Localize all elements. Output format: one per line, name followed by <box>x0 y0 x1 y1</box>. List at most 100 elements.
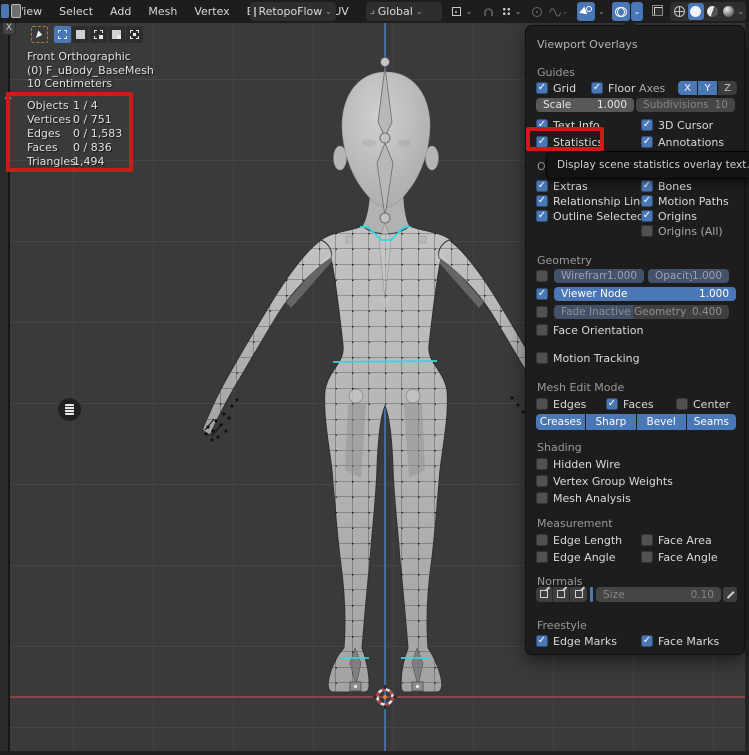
checkbox-face-marks[interactable]: Face Marks <box>641 634 719 648</box>
checkbox-icon[interactable] <box>641 180 653 192</box>
chevron-down-icon[interactable]: ⌄ <box>596 2 607 21</box>
checkbox-fade-inactive[interactable] <box>536 305 548 319</box>
shading-material-icon[interactable] <box>705 3 720 20</box>
face-normals-icon[interactable] <box>570 587 587 602</box>
menu-mesh[interactable]: Mesh <box>148 5 177 18</box>
checkbox-3d-cursor[interactable]: 3D Cursor <box>641 118 713 132</box>
opacity-slider[interactable]: Opacity1.000 <box>648 269 729 283</box>
overlays-popover-chevron-icon[interactable]: ⌄ <box>631 2 643 21</box>
retopoflow-menu[interactable]: RetopoFlow ⌄ <box>250 2 336 21</box>
snap-magnet-icon[interactable] <box>479 2 497 21</box>
checkbox-icon[interactable] <box>536 119 548 131</box>
sharp-button[interactable]: Sharp <box>586 414 635 430</box>
normals-size-slider[interactable]: Size0.10 <box>596 587 721 602</box>
checkbox-icon[interactable] <box>641 136 653 148</box>
axis-y-button[interactable]: Y <box>698 81 717 95</box>
checkbox-origins[interactable]: Origins <box>641 209 697 223</box>
show-overlays-icon[interactable] <box>612 2 630 21</box>
checkbox-icon[interactable] <box>536 288 548 300</box>
constant-screen-size-button[interactable] <box>723 587 737 602</box>
checkbox-extras[interactable]: Extras <box>536 179 588 193</box>
checkbox-icon[interactable] <box>536 534 548 546</box>
checkbox-icon[interactable] <box>676 398 688 410</box>
checkbox-wireframe[interactable] <box>536 269 548 283</box>
checkbox-icon[interactable] <box>536 195 548 207</box>
grid-subdivisions-slider[interactable]: Subdivisions10 <box>636 98 735 112</box>
checkbox-icon[interactable] <box>536 492 548 504</box>
checkbox-icon[interactable] <box>641 534 653 546</box>
checkbox-outline-selected[interactable]: Outline Selected <box>536 209 644 223</box>
shading-solid-icon[interactable] <box>688 3 703 20</box>
checkbox-icon[interactable] <box>536 306 548 318</box>
editor-type-icon[interactable] <box>1 4 9 18</box>
seams-button[interactable]: Seams <box>687 414 736 430</box>
select-extend-button[interactable] <box>72 26 89 43</box>
sidebar-toggle-arrows[interactable]: ‹› <box>4 93 12 104</box>
checkbox-face-orientation[interactable]: Face Orientation <box>536 323 643 337</box>
creases-button[interactable]: Creases <box>536 414 585 430</box>
checkbox-annotations[interactable]: Annotations <box>641 135 724 149</box>
axis-z-button[interactable]: Z <box>718 81 737 95</box>
checkbox-icon[interactable] <box>641 225 653 237</box>
checkbox-icon[interactable] <box>536 136 548 148</box>
chevron-down-icon[interactable]: ⌄ <box>464 2 474 21</box>
checkbox-edge-marks[interactable]: Edge Marks <box>536 634 617 648</box>
checkbox-icon[interactable] <box>536 324 548 336</box>
show-gizmo-icon[interactable] <box>577 2 595 21</box>
menu-add[interactable]: Add <box>110 5 131 18</box>
shading-rendered-icon[interactable] <box>721 3 736 20</box>
axis-x-button[interactable]: X <box>678 81 697 95</box>
checkbox-icon[interactable] <box>606 398 618 410</box>
checkbox-icon[interactable] <box>641 551 653 563</box>
shading-wireframe-icon[interactable] <box>672 3 687 20</box>
checkbox-icon[interactable] <box>536 82 548 94</box>
bevel-button[interactable]: Bevel <box>637 414 686 430</box>
checkbox-mesh-analysis[interactable]: Mesh Analysis <box>536 491 631 505</box>
checkbox-edge-angle[interactable]: Edge Angle <box>536 550 615 564</box>
checkbox-faces[interactable]: Faces <box>606 397 654 411</box>
vertex-normals-icon[interactable] <box>536 587 553 602</box>
viewport-widget-icon[interactable] <box>58 398 81 421</box>
checkbox-motion-paths[interactable]: Motion Paths <box>641 194 729 208</box>
menu-select[interactable]: Select <box>59 5 93 18</box>
checkbox-viewer-node[interactable] <box>536 287 548 301</box>
checkbox-center[interactable]: Center <box>676 397 730 411</box>
select-subtract-button[interactable] <box>90 26 107 43</box>
checkbox-icon[interactable] <box>641 210 653 222</box>
checkbox-face-area[interactable]: Face Area <box>641 533 712 547</box>
checkbox-icon[interactable] <box>536 180 548 192</box>
menu-vertex[interactable]: Vertex <box>194 5 229 18</box>
checkbox-vertex-group-weights[interactable]: Vertex Group Weights <box>536 474 673 488</box>
checkbox-origins-all[interactable]: Origins (All) <box>641 224 723 238</box>
checkbox-hidden-wire[interactable]: Hidden Wire <box>536 457 620 471</box>
checkbox-icon[interactable] <box>536 475 548 487</box>
checkbox-floor[interactable]: Floor <box>591 81 635 95</box>
grid-scale-slider[interactable]: Scale1.000 <box>536 98 634 112</box>
checkbox-icon[interactable] <box>536 551 548 563</box>
pivot-point-icon[interactable] <box>447 2 465 21</box>
transform-orientation-dropdown[interactable]: ⟓ Global ⌄ <box>366 2 442 21</box>
tweak-tool-button[interactable] <box>31 26 48 43</box>
split-normals-icon[interactable] <box>553 587 570 602</box>
checkbox-face-angle[interactable]: Face Angle <box>641 550 718 564</box>
checkbox-grid[interactable]: Grid <box>536 81 576 95</box>
checkbox-edges[interactable]: Edges <box>536 397 586 411</box>
checkbox-icon[interactable] <box>536 635 548 647</box>
checkbox-bones[interactable]: Bones <box>641 179 692 193</box>
select-set-button[interactable] <box>54 26 71 43</box>
checkbox-statistics[interactable]: Statistics <box>536 135 603 149</box>
checkbox-icon[interactable] <box>536 270 548 282</box>
checkbox-icon[interactable] <box>536 210 548 222</box>
checkbox-relationship-lines[interactable]: Relationship Lines <box>536 194 653 208</box>
proportional-editing-icon[interactable] <box>528 2 546 21</box>
checkbox-icon[interactable] <box>641 119 653 131</box>
chevron-down-icon[interactable]: ⌄ <box>560 2 570 21</box>
viewer-node-slider[interactable]: Viewer Node1.000 <box>554 287 736 301</box>
select-intersect-button[interactable] <box>126 26 143 43</box>
checkbox-icon[interactable] <box>591 82 603 94</box>
checkbox-motion-tracking[interactable]: Motion Tracking <box>536 351 640 365</box>
checkbox-text-info[interactable]: Text Info <box>536 118 600 132</box>
checkbox-edge-length[interactable]: Edge Length <box>536 533 622 547</box>
wireframe-slider[interactable]: Wireframe1.000 <box>554 269 644 283</box>
fade-inactive-slider[interactable]: Fade Inactive Geometry0.400 <box>554 305 729 319</box>
